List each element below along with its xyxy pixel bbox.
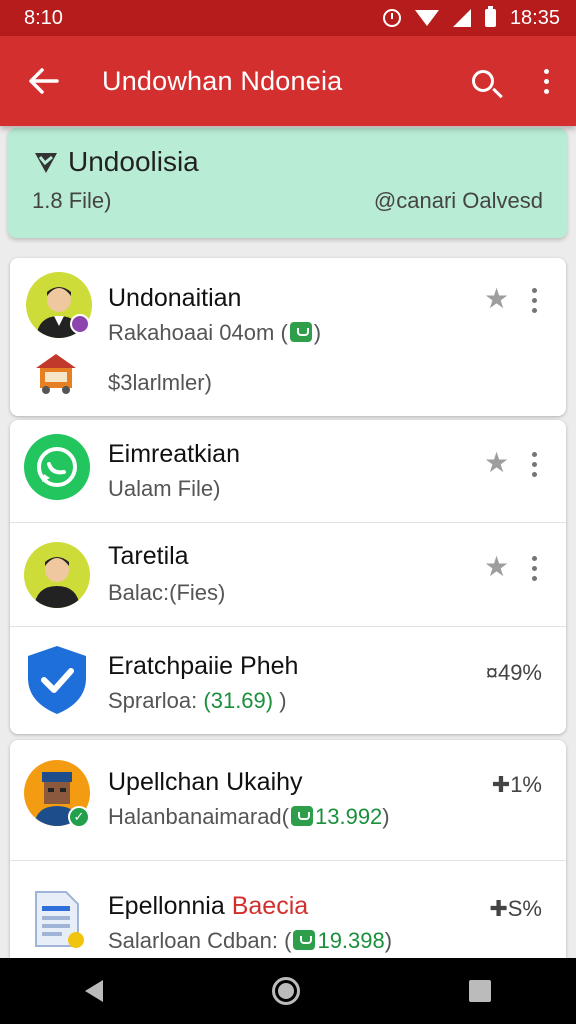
item-subtitle-value: (31.69) <box>203 688 274 713</box>
nav-home-icon[interactable] <box>271 977 300 1005</box>
check-badge-icon: ✓ <box>68 806 90 828</box>
list-item[interactable]: Eratchpaiie Pheh Sprarloa: (31.69) ) ¤49… <box>10 626 566 734</box>
item-subtitle: Halanbanaimarad( 13.992) <box>108 804 390 830</box>
summary-count: 1.8 File) <box>32 188 112 213</box>
store-icon <box>36 354 76 394</box>
list-card-1: Undonaitian Rakahoaai 04om () $3larlmler… <box>10 258 566 416</box>
status-icons: 18:35 <box>382 6 560 30</box>
list-item[interactable]: Eimreatkian Ualam File) ★ <box>10 420 566 522</box>
summary-header: Undoolisia <box>32 146 543 178</box>
list-item[interactable]: Taretila Balac:(Fies) ★ <box>10 522 566 626</box>
item-title: Eimreatkian <box>108 440 240 468</box>
item-subtitle-text: Salarloan Cdban: ( <box>108 928 292 953</box>
item-extra: $3larlmler) <box>108 370 212 395</box>
item-title: Eratchpaiie Pheh <box>108 652 299 680</box>
item-percent: ¤49% <box>485 660 542 685</box>
list-item[interactable]: Epellonnia Baecia Salarloan Cdban: ( 19.3… <box>10 860 566 962</box>
battery-icon <box>484 6 496 27</box>
search-icon <box>472 70 494 92</box>
status-time-left: 8:10 <box>24 6 63 29</box>
item-subtitle-text: Halanbanaimarad( <box>108 804 289 829</box>
wifi-icon <box>414 10 439 26</box>
summary-right-text: @canari Oalvesd <box>373 188 543 213</box>
item-subtitle-end: ) <box>384 928 393 953</box>
item-subtitle-end: ) <box>273 688 287 713</box>
item-menu-icon[interactable] <box>532 556 537 581</box>
item-subtitle: Rakahoaai 04om () <box>108 320 321 346</box>
avatar <box>24 434 90 500</box>
person-avatar-icon <box>34 557 80 608</box>
item-title: Taretila <box>108 542 189 570</box>
item-subtitle: Ualam File) <box>108 476 221 501</box>
document-icon <box>35 891 84 948</box>
list-card-3: ✓ Upellchan Ukaihy Halanbanaimarad( 13.99… <box>10 740 566 962</box>
item-subtitle-end: ) <box>382 804 390 829</box>
item-subtitle: Salarloan Cdban: ( 19.398) <box>108 928 392 954</box>
system-nav-bar <box>0 958 576 1024</box>
item-title-highlight: Baecia <box>231 892 309 920</box>
shield-check-icon <box>35 153 57 173</box>
star-icon[interactable]: ★ <box>484 550 509 583</box>
shopping-bag-icon <box>293 930 316 950</box>
chat-bubble-icon <box>37 447 77 487</box>
more-vert-icon <box>543 68 549 94</box>
item-subtitle: Sprarloa: (31.69) ) <box>108 688 287 714</box>
shield-check-icon <box>28 646 86 714</box>
item-title: Epellonnia Baecia <box>108 892 308 921</box>
nav-recents-icon[interactable] <box>469 980 492 1002</box>
item-title: Undonaitian <box>108 284 242 312</box>
item-subtitle-end: ) <box>313 320 322 345</box>
item-menu-icon[interactable] <box>532 452 537 477</box>
shopping-bag-icon <box>291 806 313 826</box>
list-card-2: Eimreatkian Ualam File) ★ Taretila Balac… <box>10 420 566 734</box>
item-title-main: Epellonnia <box>108 892 225 920</box>
item-menu-icon[interactable] <box>532 288 537 313</box>
item-subtitle-text: Rakahoaai 04om ( <box>108 320 288 345</box>
item-subtitle-value: 13.992 <box>315 804 383 829</box>
shopping-bag-icon <box>289 322 312 342</box>
list-item[interactable]: ✓ Upellchan Ukaihy Halanbanaimarad( 13.99… <box>10 740 566 860</box>
signal-icon <box>452 9 471 27</box>
item-subtitle-value: 19.398 <box>317 928 385 953</box>
back-button[interactable] <box>0 36 88 126</box>
more-options-button[interactable] <box>516 36 576 126</box>
item-percent: ✚1% <box>491 772 542 797</box>
app-bar: Undowhan Ndoneia <box>0 36 576 126</box>
alarm-icon <box>382 9 401 27</box>
badge-icon <box>70 314 90 334</box>
summary-card[interactable]: Undoolisia 1.8 File) @canari Oalvesd <box>8 128 567 238</box>
item-subtitle-text: Sprarloa: <box>108 688 204 713</box>
summary-title: Undoolisia <box>68 146 199 177</box>
status-time-right: 18:35 <box>509 6 560 29</box>
nav-back-icon[interactable] <box>84 980 103 1002</box>
page-title: Undowhan Ndoneia <box>102 65 343 96</box>
star-icon[interactable]: ★ <box>484 282 509 315</box>
status-bar: 8:10 18:35 <box>0 0 576 36</box>
list-item[interactable]: Undonaitian Rakahoaai 04om () $3larlmler… <box>10 258 566 416</box>
avatar <box>24 542 90 608</box>
item-subtitle: Balac:(Fies) <box>108 580 226 605</box>
item-percent: ✚S% <box>489 896 542 921</box>
search-button[interactable] <box>450 36 516 126</box>
item-title: Upellchan Ukaihy <box>108 768 303 796</box>
star-icon[interactable]: ★ <box>484 446 509 479</box>
arrow-back-icon <box>29 68 59 94</box>
